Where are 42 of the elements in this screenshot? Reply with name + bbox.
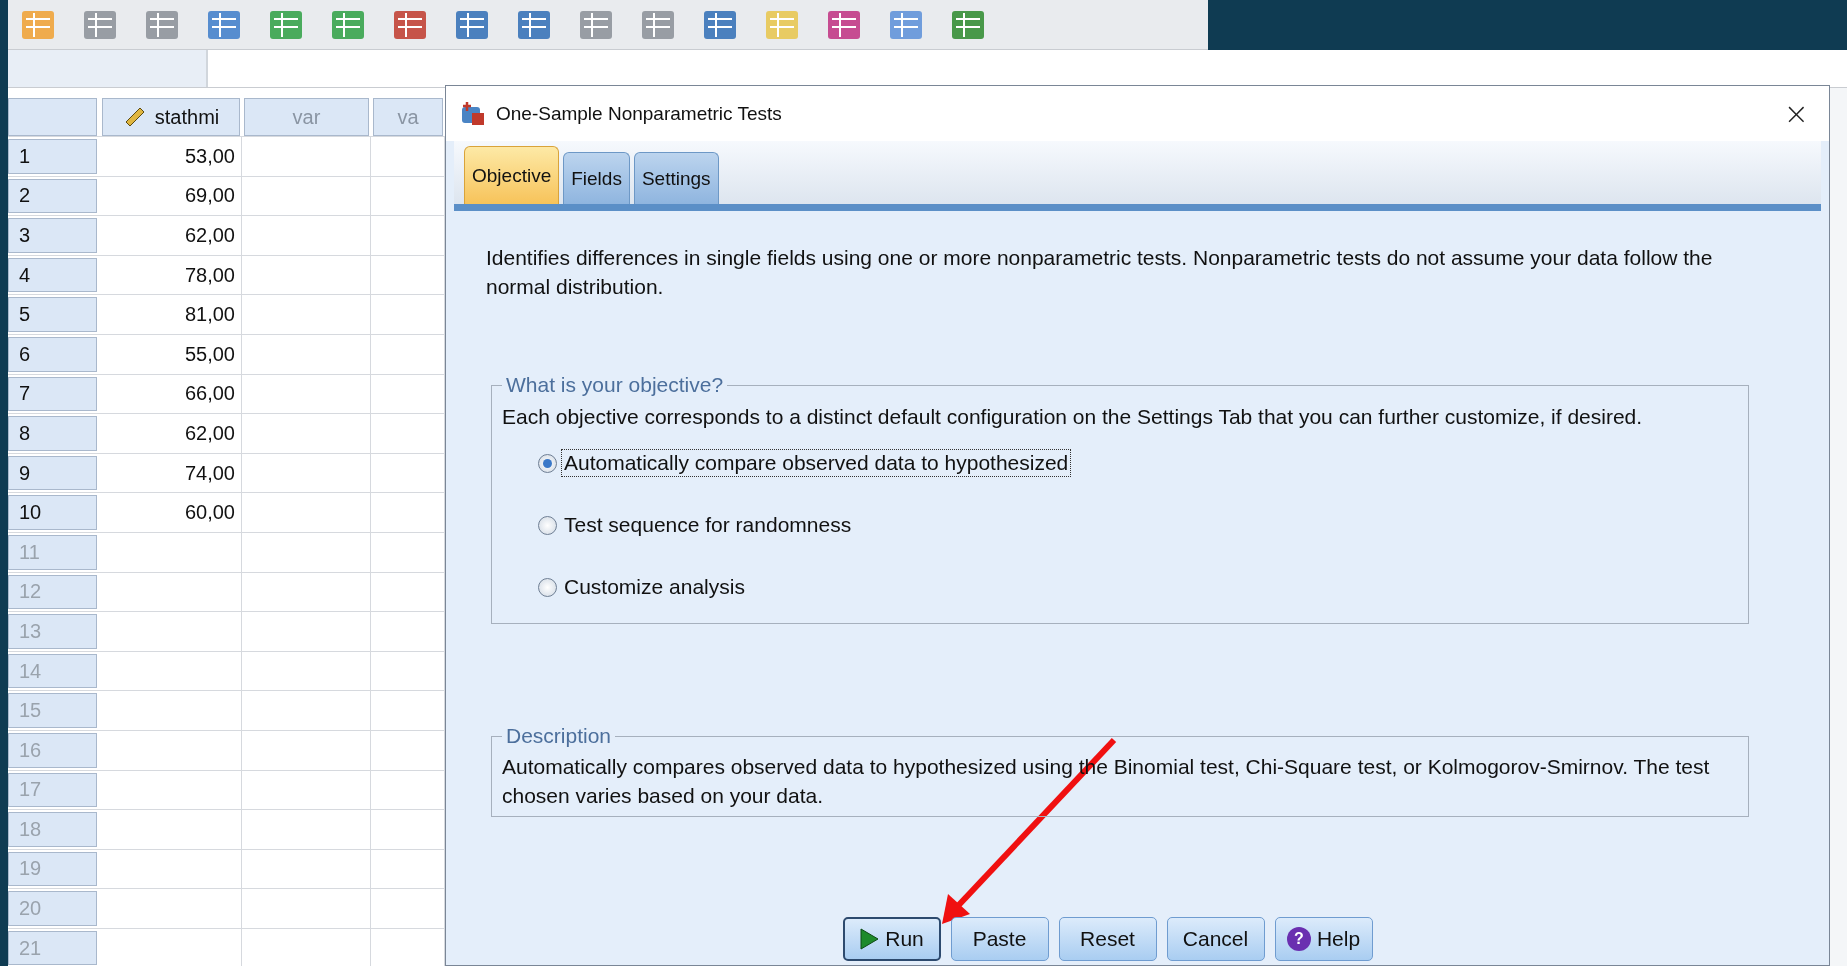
table-cell: 53,00 xyxy=(100,137,242,176)
row-number[interactable]: 9 xyxy=(8,455,97,491)
radio-option[interactable]: Automatically compare observed data to hypothesized xyxy=(538,449,1738,477)
close-button[interactable]: × xyxy=(1777,98,1815,129)
dialog-button[interactable]: Run xyxy=(842,917,941,961)
row-number[interactable]: 3 xyxy=(8,218,97,253)
dialog-button[interactable]: Paste xyxy=(950,917,1049,961)
tab[interactable]: Objective xyxy=(464,146,560,204)
row-number[interactable]: 6 xyxy=(8,336,97,372)
dialog-title: One-Sample Nonparametric Tests xyxy=(496,102,783,125)
row-number[interactable]: 1 xyxy=(8,139,97,174)
column-header-text: stathmi xyxy=(154,105,220,129)
row-number[interactable]: 7 xyxy=(8,376,97,412)
table-cell: 69,00 xyxy=(100,176,242,216)
column-header-text: va xyxy=(397,105,419,129)
intro-text: Identifies differences in single fields using one or more nonparametric tests. Nonparametric tests do not assume your data follow the normal distribution. xyxy=(486,245,1714,300)
table-cell: 62,00 xyxy=(100,414,242,453)
objective-hint: Each objective corresponds to a distinct default configuration on the Settings Tab that you can further customize, if desired. xyxy=(502,405,1644,429)
row-number[interactable]: 10 xyxy=(8,495,97,530)
table-cell: 60,00 xyxy=(100,493,242,532)
table-cell: 74,00 xyxy=(100,453,242,493)
row-number[interactable]: 8 xyxy=(8,416,97,451)
table-cell: 66,00 xyxy=(100,374,242,414)
radio-option[interactable]: Customize analysis xyxy=(538,573,1738,601)
tab[interactable]: Settings xyxy=(633,152,719,204)
row-number[interactable]: 2 xyxy=(8,178,97,214)
table-cell: 55,00 xyxy=(100,334,242,374)
tab[interactable]: Fields xyxy=(563,152,630,204)
dialog-button[interactable]: Reset xyxy=(1058,917,1157,961)
dialog-button[interactable]: Cancel xyxy=(1166,917,1265,961)
row-number[interactable]: 4 xyxy=(8,257,97,293)
row-number[interactable]: 5 xyxy=(8,297,97,332)
help-icon: ? xyxy=(1286,927,1311,951)
table-cell: 62,00 xyxy=(100,216,242,255)
column-header[interactable]: stathmi xyxy=(102,98,240,136)
dialog-button[interactable]: ? Help xyxy=(1274,917,1373,961)
table-cell: 78,00 xyxy=(100,255,242,295)
column-header-text: var xyxy=(292,105,321,129)
table-cell: 81,00 xyxy=(100,295,242,334)
group-legend: Description xyxy=(502,724,616,748)
group-legend: What is your objective? xyxy=(502,373,728,397)
radio-option[interactable]: Test sequence for randomness xyxy=(538,511,1738,539)
